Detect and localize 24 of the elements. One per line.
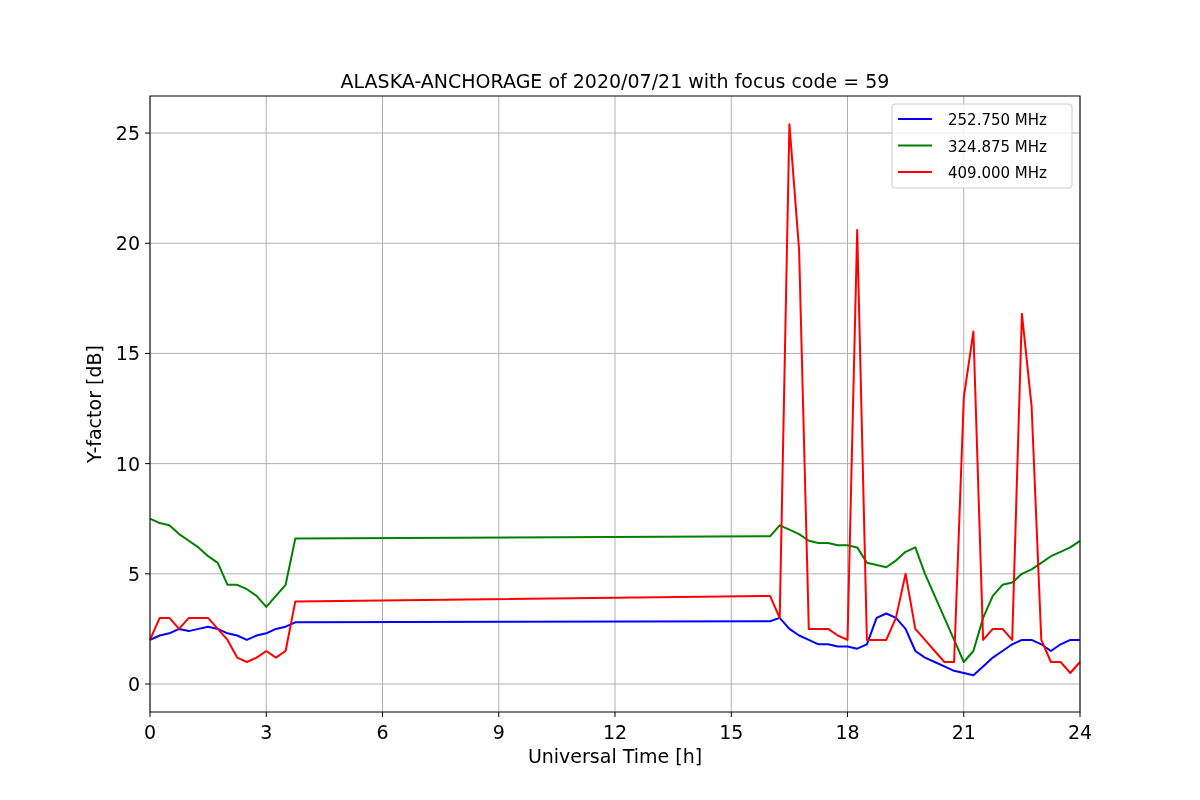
legend-label: 252.750 MHz xyxy=(948,111,1047,129)
y-axis-label: Y-factor [dB] xyxy=(83,345,105,463)
legend-label: 409.000 MHz xyxy=(948,164,1047,182)
legend-line xyxy=(897,144,933,147)
tick-label: 24 xyxy=(1067,721,1093,743)
tick-label: 10 xyxy=(115,452,140,475)
tick-label: 25 xyxy=(115,122,140,145)
legend-line xyxy=(897,171,933,173)
tick-label: 0 xyxy=(127,673,140,695)
legend-line xyxy=(897,118,933,120)
tick-label: 6 xyxy=(376,721,389,743)
tick-label: 15 xyxy=(115,342,140,365)
tick-label: 0 xyxy=(143,721,157,743)
tick-label: 3 xyxy=(260,721,273,743)
x-axis-label: Universal Time [h] xyxy=(527,745,703,767)
tick-label: 12 xyxy=(602,721,628,743)
tick-label: 5 xyxy=(127,562,140,585)
tick-label: 15 xyxy=(719,721,744,743)
tick-label: 9 xyxy=(492,721,505,743)
tick-label: 21 xyxy=(951,721,976,743)
legend-label: 324.875 MHz xyxy=(948,137,1047,156)
tick-label: 18 xyxy=(835,721,860,743)
tick-label: 20 xyxy=(115,232,140,255)
chart-title: ALASKA-ANCHORAGE of 2020/07/21 with focus code = 59 xyxy=(340,70,890,92)
